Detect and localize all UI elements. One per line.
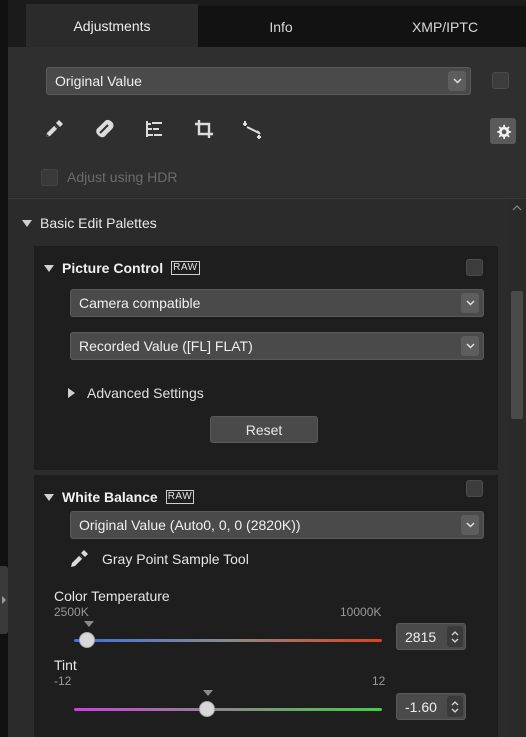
chevron-down-icon: [448, 71, 466, 91]
eyedropper-icon[interactable]: [42, 117, 66, 141]
tint-max: 12: [372, 674, 386, 688]
section-title: Basic Edit Palettes: [40, 215, 157, 231]
collapse-triangle-icon: [44, 264, 54, 272]
scrollbar-thumb[interactable]: [511, 291, 523, 419]
tint-thumb[interactable]: [199, 701, 216, 717]
reset-button[interactable]: Reset: [210, 416, 318, 443]
spinner-icon[interactable]: [447, 626, 463, 647]
picture-control-palette: Picture Control RAW Camera compatible Re…: [34, 246, 498, 470]
collapse-handle[interactable]: [0, 566, 8, 634]
color-temperature-min: 2500K: [54, 605, 89, 619]
settings-button[interactable]: [490, 118, 516, 144]
picture-control-checkbox[interactable]: [466, 259, 483, 276]
preset-checkbox[interactable]: [492, 72, 509, 89]
basic-edit-header[interactable]: Basic Edit Palettes: [22, 215, 157, 231]
expand-triangle-icon: [68, 388, 75, 398]
white-balance-header[interactable]: White Balance RAW: [44, 489, 195, 505]
retouch-brush-icon[interactable]: [92, 117, 116, 141]
select-value: Recorded Value ([FL] FLAT): [79, 338, 253, 354]
straighten-icon[interactable]: [142, 117, 166, 141]
color-temperature-input[interactable]: 2815: [396, 623, 466, 650]
tint-input[interactable]: -1.60: [396, 693, 466, 720]
tab-bar: Adjustments Info XMP/IPTC: [8, 0, 526, 47]
adjustment-preset-select[interactable]: Original Value: [46, 67, 471, 95]
palette-title: White Balance: [62, 489, 158, 505]
chevron-down-icon: [461, 336, 479, 356]
color-temperature-thumb[interactable]: [78, 632, 95, 648]
collapse-triangle-icon: [44, 493, 54, 501]
gray-point-tool[interactable]: Gray Point Sample Tool: [68, 548, 249, 570]
color-temperature-reference-mark: [84, 621, 94, 627]
hdr-label: Adjust using HDR: [67, 169, 178, 185]
white-balance-select[interactable]: Original Value (Auto0, 0, 0 (2820K)): [70, 511, 484, 539]
spinner-icon[interactable]: [447, 696, 463, 717]
tint-min: -12: [54, 674, 72, 688]
tint-value: -1.60: [405, 699, 437, 715]
white-balance-palette: White Balance RAW Original Value (Auto0,…: [34, 475, 498, 737]
color-temperature-track[interactable]: [74, 639, 382, 642]
adjustments-panel: Adjustments Info XMP/IPTC Original Value…: [8, 0, 526, 737]
vertical-scrollbar[interactable]: [508, 199, 526, 737]
hdr-option[interactable]: Adjust using HDR: [41, 167, 178, 187]
advanced-settings-toggle[interactable]: Advanced Settings: [68, 385, 204, 401]
picture-control-header[interactable]: Picture Control RAW: [44, 260, 200, 276]
advanced-settings-label: Advanced Settings: [87, 385, 204, 401]
collapse-triangle-icon: [22, 219, 32, 227]
color-temperature-value: 2815: [405, 629, 437, 645]
chevron-down-icon: [461, 515, 479, 535]
crop-icon[interactable]: [192, 117, 216, 141]
picture-control-value-select[interactable]: Recorded Value ([FL] FLAT): [70, 332, 484, 360]
white-balance-checkbox[interactable]: [466, 480, 483, 497]
select-value: Original Value: [55, 73, 142, 89]
select-value: Camera compatible: [79, 295, 201, 311]
tint-reference-mark: [203, 690, 213, 696]
eyedropper-icon: [71, 550, 88, 567]
select-value: Original Value (Auto0, 0, 0 (2820K)): [79, 517, 301, 533]
picture-control-mode-select[interactable]: Camera compatible: [70, 289, 484, 317]
left-edge: [0, 0, 8, 737]
chevron-down-icon: [461, 293, 479, 313]
palette-title: Picture Control: [62, 260, 164, 276]
raw-badge: RAW: [165, 490, 195, 504]
gear-icon: [496, 124, 511, 139]
palette-scroll-area: Basic Edit Palettes Picture Control RAW …: [8, 198, 526, 737]
tab-xmp-iptc[interactable]: XMP/IPTC: [364, 6, 526, 47]
raw-badge: RAW: [171, 261, 200, 275]
scroll-up-icon[interactable]: [512, 205, 522, 211]
tint-track[interactable]: [74, 708, 382, 711]
hdr-checkbox[interactable]: [41, 168, 58, 186]
gray-point-label: Gray Point Sample Tool: [102, 551, 249, 567]
perspective-icon[interactable]: [240, 117, 264, 141]
color-temperature-max: 10000K: [340, 605, 382, 619]
tab-info[interactable]: Info: [198, 6, 364, 47]
tab-adjustments[interactable]: Adjustments: [26, 4, 198, 47]
tint-label: Tint: [54, 657, 77, 673]
color-temperature-label: Color Temperature: [54, 588, 170, 604]
